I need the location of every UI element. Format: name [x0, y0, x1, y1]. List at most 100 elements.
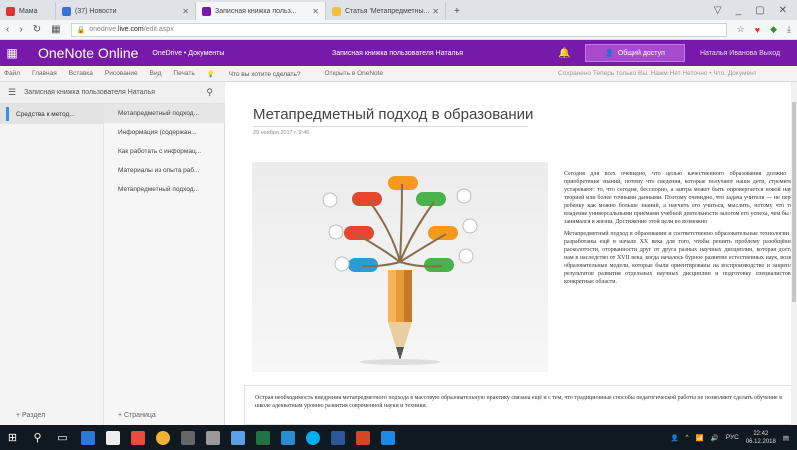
person-icon: 👤: [605, 50, 614, 57]
notifications-icon[interactable]: ▤: [783, 434, 789, 442]
edge-icon[interactable]: [75, 425, 100, 450]
pencil-illustration[interactable]: [252, 162, 548, 372]
section-list: Средства к метод... + Раздел: [0, 104, 104, 425]
navigation-pane: ☰ Записная книжка пользователя Наталья ⚲…: [0, 82, 225, 425]
search-icon[interactable]: ⚲: [206, 87, 213, 98]
app-icon[interactable]: [125, 425, 150, 450]
skype-icon[interactable]: [300, 425, 325, 450]
page-item[interactable]: Информация (содержан...: [104, 123, 225, 142]
close-tab-icon[interactable]: ✕: [432, 7, 439, 16]
open-in-onenote-button[interactable]: Открыть в OneNote: [324, 70, 383, 77]
hamburger-icon[interactable]: ☰: [8, 87, 16, 98]
note-text[interactable]: Острая необходимость внедрения метапредм…: [255, 395, 782, 409]
language-indicator[interactable]: РУС: [726, 434, 739, 441]
user-name[interactable]: Наталья Иванова Выход: [700, 50, 780, 57]
menu-view[interactable]: Вид: [150, 70, 162, 77]
clock-date: 06.12.2018: [745, 438, 776, 445]
page-title[interactable]: Метапредметный подход в образовании: [253, 106, 533, 123]
share-button[interactable]: 👤 Общий доступ: [585, 44, 685, 62]
menu-draw[interactable]: Рисование: [105, 70, 138, 77]
publisher-icon[interactable]: [275, 425, 300, 450]
browser-tab-mail[interactable]: Мама: [0, 2, 56, 20]
menu-icon[interactable]: ▽: [714, 5, 722, 16]
infographic-bubble: [388, 176, 418, 190]
bell-icon[interactable]: 🔔: [558, 48, 570, 59]
minimize-icon[interactable]: _: [736, 5, 742, 16]
clock[interactable]: 22:42 06.12.2018: [746, 430, 776, 446]
notebook-name[interactable]: Записная книжка пользователя Наталья: [24, 89, 155, 96]
notebook-header: ☰ Записная книжка пользователя Наталья ⚲: [0, 82, 225, 104]
windows-taskbar: ⊞ ⚲ ▭ 👤 ^ 📶 🔊 РУС 22:42 06.12.2018 ▤: [0, 425, 797, 450]
mail-icon: [6, 6, 15, 16]
word-icon[interactable]: [325, 425, 350, 450]
volume-icon[interactable]: 🔊: [711, 434, 719, 442]
close-tab-icon[interactable]: ✕: [182, 7, 189, 16]
paragraph[interactable]: Метапредметный подход в образовании и со…: [564, 230, 797, 286]
forward-icon[interactable]: ›: [19, 24, 22, 35]
excel-icon[interactable]: [250, 425, 275, 450]
extension-icon[interactable]: ◆: [770, 24, 777, 35]
browser-tab-onenote[interactable]: Записная книжка польз... ✕: [196, 2, 326, 20]
close-tab-icon[interactable]: ✕: [312, 7, 319, 16]
url-host: live.com: [118, 26, 144, 33]
start-icon[interactable]: ⊞: [0, 425, 25, 450]
tray-chevron-icon[interactable]: ^: [686, 434, 689, 441]
page-item[interactable]: Метапредметный подход...: [104, 180, 225, 199]
breadcrumb[interactable]: OneDrive • Документы: [152, 50, 224, 57]
vertical-scrollbar[interactable]: [791, 82, 797, 425]
powerpoint-icon[interactable]: [350, 425, 375, 450]
search-icon[interactable]: ⚲: [25, 425, 50, 450]
reload-icon[interactable]: ↻: [33, 24, 41, 35]
browser-tab-article[interactable]: Статья 'Метапредметны... ✕: [326, 2, 446, 20]
page-item[interactable]: Как работать с информац...: [104, 142, 225, 161]
menu-file[interactable]: Файл: [4, 70, 20, 77]
page-item[interactable]: Материалы из опыта раб...: [104, 161, 225, 180]
infographic-bubble: [424, 258, 454, 272]
tab-label: Мама: [19, 7, 38, 15]
person-icon[interactable]: 👤: [670, 434, 678, 442]
chrome-icon[interactable]: [150, 425, 175, 450]
store-icon[interactable]: [100, 425, 125, 450]
clock-time: 22:42: [753, 430, 769, 437]
bookmark-icon[interactable]: ☆: [737, 24, 745, 35]
heart-icon[interactable]: ♥: [755, 25, 760, 35]
app-name[interactable]: OneNote Online: [38, 45, 138, 61]
page-item[interactable]: Метапредметный подход...: [104, 104, 225, 123]
page-body-text[interactable]: Сегодня для всех очевидно, что целью кач…: [564, 170, 797, 290]
app-launcher-icon[interactable]: ▦: [0, 40, 24, 66]
task-view-icon[interactable]: ▭: [50, 425, 75, 450]
back-icon[interactable]: ‹: [6, 24, 9, 35]
paragraph[interactable]: Сегодня для всех очевидно, что целью кач…: [564, 170, 797, 226]
menu-print[interactable]: Печать: [173, 70, 194, 77]
close-window-icon[interactable]: ✕: [779, 5, 787, 16]
url-field[interactable]: 🔒 onedrive. live.com/edit.aspx: [70, 22, 727, 37]
browser-tab-news[interactable]: (37) Новости ✕: [56, 2, 196, 20]
page-canvas[interactable]: Метапредметный подход в образовании 29 н…: [226, 82, 797, 425]
section-label: Средства к метод...: [16, 110, 75, 118]
paint-icon[interactable]: [225, 425, 250, 450]
scrollbar-thumb[interactable]: [792, 102, 796, 302]
mail-icon[interactable]: [200, 425, 225, 450]
add-page-button[interactable]: + Страница: [118, 412, 156, 419]
infographic-bubble: [352, 192, 382, 206]
lightbulb-icon: 💡: [206, 70, 217, 78]
title-underline: [253, 126, 528, 127]
folder-icon[interactable]: [375, 425, 400, 450]
tab-label: (37) Новости: [75, 7, 117, 15]
menu-home[interactable]: Главная: [32, 70, 57, 77]
network-icon[interactable]: 📶: [696, 434, 704, 442]
download-icon[interactable]: ⤓: [787, 24, 791, 35]
add-section-button[interactable]: + Раздел: [16, 412, 45, 419]
menu-insert[interactable]: Вставка: [69, 70, 93, 77]
tell-me-box[interactable]: 💡 Что вы хотите сделать?: [207, 70, 313, 78]
onenote-header: ▦ OneNote Online OneDrive • Документы За…: [0, 40, 797, 66]
url-path: /edit.aspx: [143, 26, 174, 33]
calculator-icon[interactable]: [175, 425, 200, 450]
article-icon: [332, 6, 341, 16]
maximize-icon[interactable]: ▢: [755, 5, 764, 16]
home-grid-icon[interactable]: ▦: [51, 24, 60, 35]
new-tab-button[interactable]: +: [446, 2, 468, 20]
note-container[interactable]: Острая необходимость внедрения метапредм…: [244, 385, 797, 425]
section-item[interactable]: Средства к метод...: [0, 104, 103, 124]
system-tray: 👤 ^ 📶 🔊 РУС 22:42 06.12.2018 ▤: [670, 430, 797, 446]
